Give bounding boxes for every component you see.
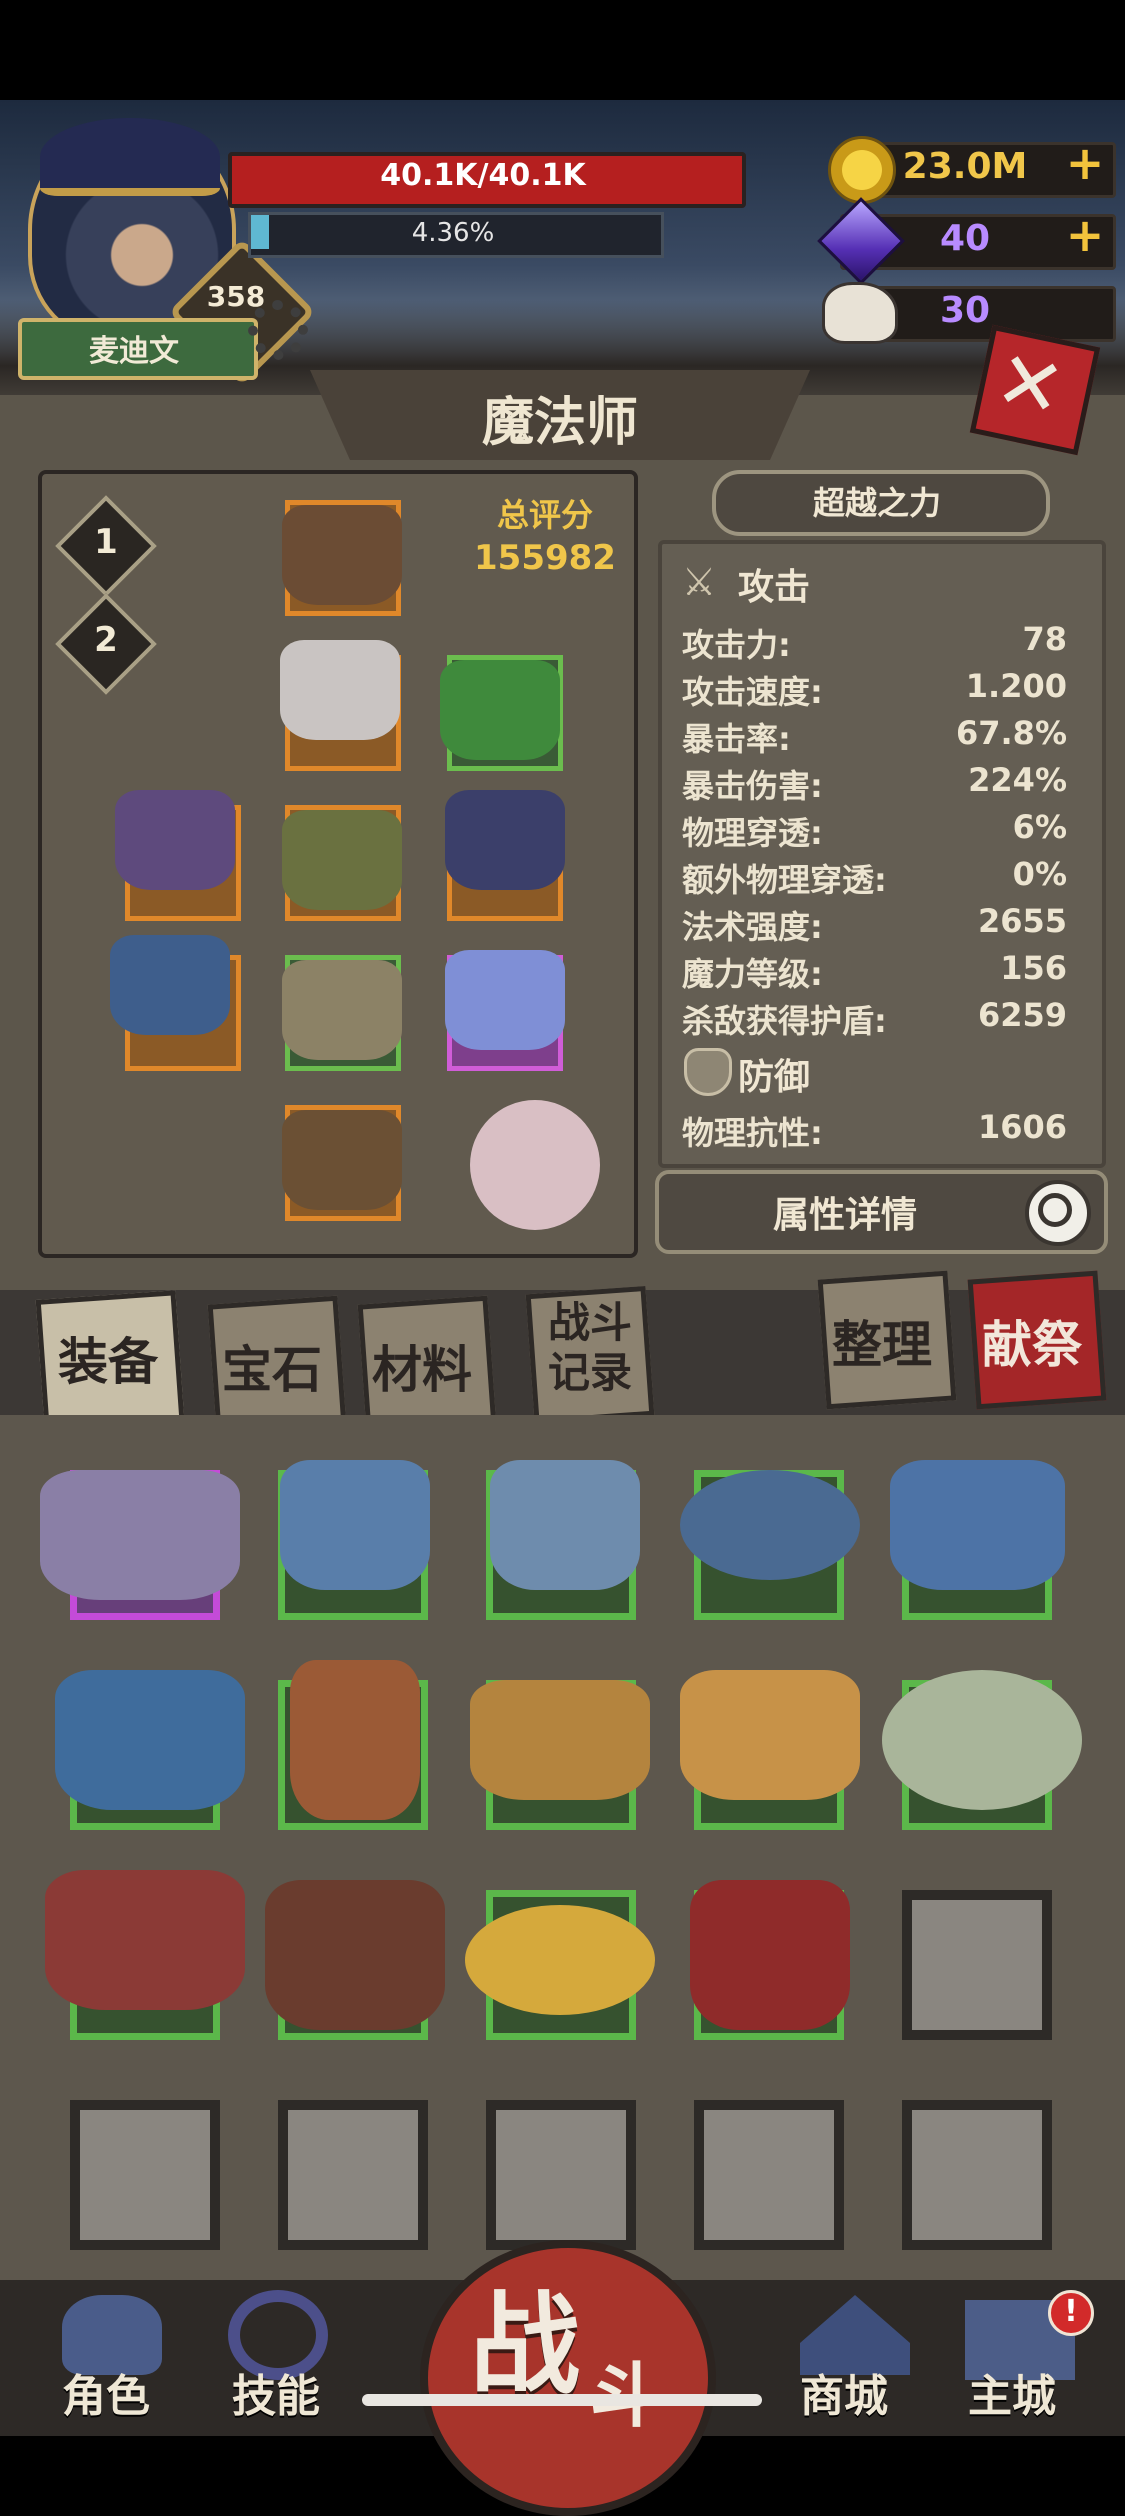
stat-row: 攻击力: 78	[682, 620, 1067, 664]
attack-section-title: 攻击	[738, 567, 811, 608]
score-value: 155982	[474, 538, 616, 578]
inventory-slot-empty[interactable]	[278, 2100, 428, 2250]
stat-row: 额外物理穿透: 0%	[682, 855, 1067, 899]
horned-collar-item-icon	[45, 1870, 245, 2010]
tab-battle-log-label: 战斗 记录	[547, 1298, 632, 1397]
boots-item-icon	[280, 1460, 430, 1590]
mask-item-icon	[445, 790, 565, 890]
stat-value: 0%	[1012, 855, 1067, 893]
robe-item-icon	[280, 640, 400, 740]
cape-item-icon	[290, 1660, 420, 1820]
wizard-hat-icon	[40, 118, 220, 196]
notification-badge: !	[1048, 2290, 1094, 2336]
stat-value: 224%	[968, 761, 1067, 799]
stat-label: 杀敌获得护盾:	[682, 1002, 887, 1040]
stat-label: 物理穿透:	[682, 814, 823, 852]
player-name: 麦迪文	[89, 334, 179, 369]
stat-value: 1.200	[965, 667, 1067, 705]
fight-label-small: 斗	[590, 2340, 660, 2441]
inventory-slot-empty[interactable]	[902, 1890, 1052, 2040]
stat-value: 6259	[977, 996, 1067, 1034]
orb-item-icon	[115, 790, 235, 890]
stat-row: 物理抗性: 1606	[682, 1108, 1067, 1152]
defense-section-title: 防御	[738, 1057, 811, 1098]
magnifier-lens	[1038, 1193, 1072, 1227]
stat-value: 2655	[977, 902, 1067, 940]
pants-item-icon	[282, 960, 402, 1060]
red-armor-item-icon	[690, 1880, 850, 2030]
stat-row: 攻击速度: 1.200	[682, 667, 1067, 711]
stat-label: 额外物理穿透:	[682, 861, 887, 899]
stat-label: 物理抗性:	[682, 1114, 823, 1152]
score-label: 总评分	[496, 496, 593, 534]
transcend-label: 超越之力	[812, 484, 941, 522]
dragon-claw-item-icon	[55, 1670, 245, 1810]
stat-label: 魔力等级:	[682, 955, 823, 993]
scarf-item-icon	[680, 1670, 860, 1800]
belt-item-icon	[680, 1470, 860, 1580]
nav-skills-label: 技能	[232, 2371, 320, 2422]
stat-row: 物理穿透: 6%	[682, 808, 1067, 852]
tab-materials-label: 材料	[372, 1341, 472, 1399]
stat-label: 暴击伤害:	[682, 767, 823, 805]
shoes-item-icon	[282, 1110, 402, 1210]
seal-item-icon[interactable]	[470, 1100, 600, 1230]
nav-main-city-label: 主城	[968, 2371, 1056, 2422]
cloak-item-icon	[890, 1460, 1065, 1590]
sort-label: 整理	[832, 1316, 932, 1374]
stone-egg-item-icon	[882, 1670, 1082, 1810]
nav-shop-label: 商城	[800, 2371, 888, 2422]
add-gems-button[interactable]: +	[1060, 208, 1110, 262]
stat-label: 法术强度:	[682, 908, 823, 946]
skull-amount: 30	[939, 290, 991, 331]
home-indicator[interactable]	[362, 2394, 762, 2406]
gauntlets-item-icon	[470, 1680, 650, 1800]
stat-row: 魔力等级: 156	[682, 949, 1067, 993]
stat-label: 攻击速度:	[682, 673, 823, 711]
inventory-slot-empty[interactable]	[486, 2100, 636, 2250]
stat-row: 杀敌获得护盾: 6259	[682, 996, 1067, 1040]
crossed-swords-icon: ⚔	[682, 560, 717, 604]
sacrifice-label: 献祭	[982, 1316, 1082, 1374]
stat-value: 67.8%	[955, 714, 1067, 752]
gold-ring-item-icon	[465, 1905, 655, 2015]
gold-amount: 23.0M	[902, 146, 1028, 187]
tab-gems-label: 宝石	[222, 1341, 322, 1399]
stat-value: 1606	[977, 1108, 1067, 1146]
boots-item-icon	[282, 505, 402, 605]
inventory-slot-empty[interactable]	[694, 2100, 844, 2250]
stat-label: 暴击率:	[682, 720, 791, 758]
hp-text: 40.1K/40.1K	[380, 158, 586, 193]
inventory-slot-empty[interactable]	[70, 2100, 220, 2250]
inventory-slot-empty[interactable]	[902, 2100, 1052, 2250]
nav-character-label: 角色	[62, 2371, 150, 2422]
stat-label: 攻击力:	[682, 626, 791, 664]
claws-item-icon	[110, 935, 230, 1035]
stat-value: 6%	[1012, 808, 1067, 846]
leaf-bundle-item-icon	[440, 660, 560, 760]
preset-2-label: 2	[94, 620, 118, 660]
add-gold-button[interactable]: +	[1060, 136, 1110, 190]
gem-amount: 40	[939, 218, 991, 259]
stat-value: 78	[1022, 620, 1067, 658]
tab-equipment-label: 装备	[58, 1333, 158, 1391]
settings-gear-icon[interactable]	[248, 300, 308, 360]
class-title: 魔法师	[481, 393, 638, 453]
scroll-item-icon	[40, 1470, 240, 1600]
shield-icon	[684, 1048, 732, 1096]
pants-item-icon	[490, 1460, 640, 1590]
stat-row: 法术强度: 2655	[682, 902, 1067, 946]
stat-row: 暴击伤害: 224%	[682, 761, 1067, 805]
belt-item-icon	[282, 810, 402, 910]
fight-label: 战	[470, 2281, 580, 2409]
stat-value: 156	[1000, 949, 1067, 987]
preset-1-label: 1	[94, 522, 118, 562]
samurai-helm-item-icon	[265, 1880, 445, 2030]
attribute-details-label: 属性详情	[772, 1195, 917, 1236]
crystal-item-icon	[445, 950, 565, 1050]
stat-row: 暴击率: 67.8%	[682, 714, 1067, 758]
xp-text: 4.36%	[411, 218, 495, 248]
